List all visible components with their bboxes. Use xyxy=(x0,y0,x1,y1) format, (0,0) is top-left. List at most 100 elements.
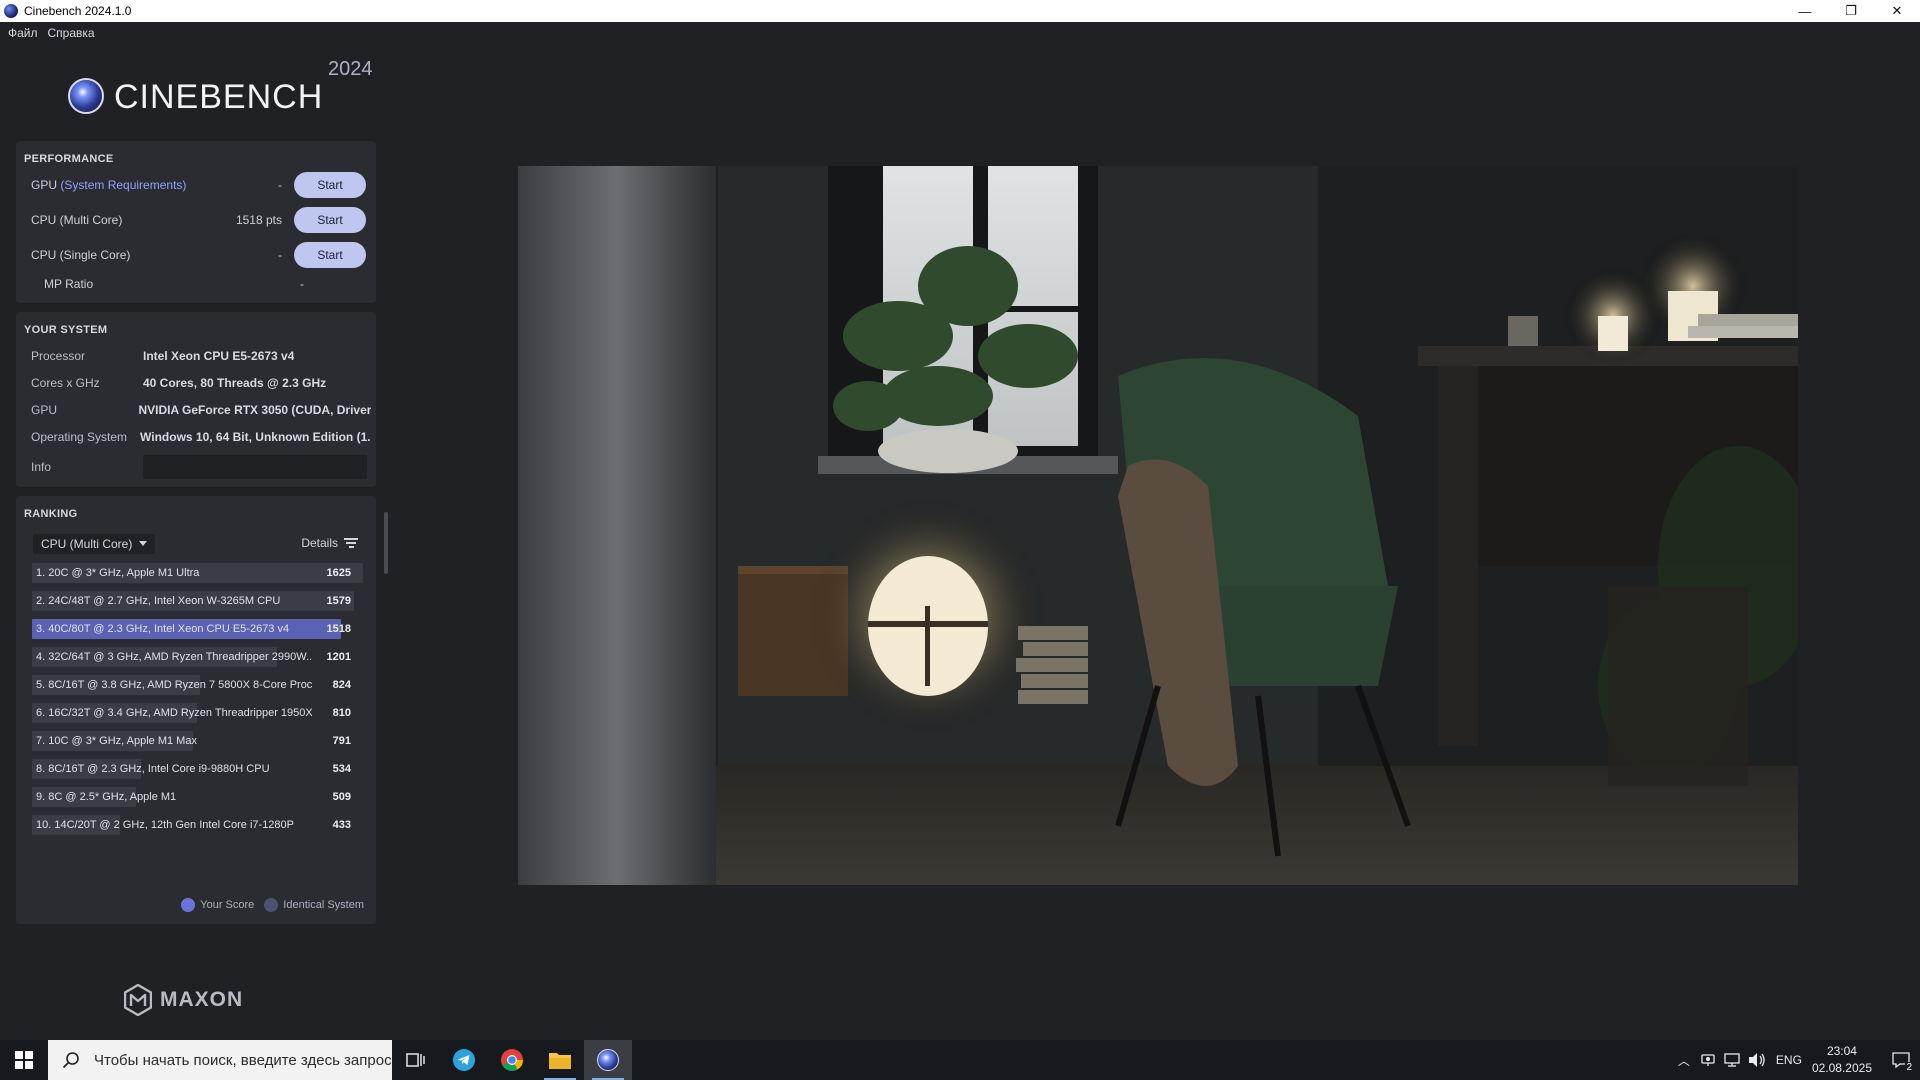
notification-count: 2 xyxy=(1905,1062,1913,1073)
maxon-logo: MAXON xyxy=(124,984,243,1016)
ranking-row[interactable]: 10. 14C/20T @ 2 GHz, 12th Gen Intel Core… xyxy=(32,815,363,835)
cpu-multi-start-button[interactable]: Start xyxy=(294,207,366,233)
cinebench-logo: CINEBENCH 2024 xyxy=(0,44,385,134)
system-row-gpu: GPU NVIDIA GeForce RTX 3050 (CUDA, Drive… xyxy=(31,399,371,421)
filter-icon xyxy=(344,538,358,548)
info-label: Info xyxy=(31,460,52,474)
ranking-row-score: 810 xyxy=(332,707,351,719)
ranking-row[interactable]: 5. 8C/16T @ 3.8 GHz, AMD Ryzen 7 5800X 8… xyxy=(32,675,363,695)
close-button[interactable]: ✕ xyxy=(1874,0,1920,22)
ranking-row[interactable]: 4. 32C/64T @ 3 GHz, AMD Ryzen Threadripp… xyxy=(32,647,363,667)
chrome-icon xyxy=(501,1049,523,1071)
chevron-up-icon[interactable]: ︿ xyxy=(1678,1052,1690,1069)
cpu-single-score: - xyxy=(278,248,282,262)
system-tray: ︿ ENG 23:04 02.08.2025 2 xyxy=(1672,1040,1920,1080)
menu-bar: Файл Справка xyxy=(0,22,1920,44)
cpu-multi-label: CPU (Multi Core) xyxy=(31,213,123,227)
volume-icon[interactable] xyxy=(1748,1052,1766,1068)
mp-ratio-value: - xyxy=(300,277,304,291)
windows-taskbar: Чтобы начать поиск, введите здесь запрос xyxy=(0,1040,1920,1080)
menu-file[interactable]: Файл xyxy=(8,26,38,40)
ranking-row-name: 8. 8C/16T @ 2.3 GHz, Intel Core i9-9880H… xyxy=(36,763,270,775)
file-explorer-taskbar-button[interactable] xyxy=(536,1040,584,1080)
panel-scrollbar[interactable] xyxy=(384,512,388,574)
ranking-row-name: 5. 8C/16T @ 3.8 GHz, AMD Ryzen 7 5800X 8… xyxy=(36,679,312,691)
minimize-button[interactable]: — xyxy=(1782,0,1828,22)
language-indicator[interactable]: ENG xyxy=(1776,1053,1802,1067)
webcam-icon[interactable] xyxy=(1700,1052,1716,1068)
your-score-label: Your Score xyxy=(200,899,255,911)
ranking-panel: RANKING CPU (Multi Core) Details 1. 20C … xyxy=(16,496,376,924)
ranking-row[interactable]: 1. 20C @ 3* GHz, Apple M1 Ultra 1625 xyxy=(32,563,363,583)
notification-center-button[interactable]: 2 xyxy=(1882,1040,1920,1080)
ranking-row[interactable]: 6. 16C/32T @ 3.4 GHz, AMD Ryzen Threadri… xyxy=(32,703,363,723)
ranking-row-name: 2. 24C/48T @ 2.7 GHz, Intel Xeon W-3265M… xyxy=(36,595,281,607)
details-button[interactable]: Details xyxy=(301,536,358,550)
chrome-taskbar-button[interactable] xyxy=(488,1040,536,1080)
system-key: Cores x GHz xyxy=(31,376,100,390)
ranking-row-score: 509 xyxy=(332,791,351,803)
info-field[interactable] xyxy=(143,455,367,479)
ranking-row[interactable]: 7. 10C @ 3* GHz, Apple M1 Max 791 xyxy=(32,731,363,751)
menu-help[interactable]: Справка xyxy=(48,26,95,40)
clock-time: 23:04 xyxy=(1826,1044,1857,1058)
identical-system-swatch xyxy=(264,898,279,912)
cinebench-taskbar-button[interactable] xyxy=(584,1040,632,1080)
taskbar-search-box[interactable]: Чтобы начать поиск, введите здесь запрос xyxy=(48,1040,392,1080)
system-value: NVIDIA GeForce RTX 3050 (CUDA, Driver... xyxy=(138,403,371,417)
system-title: YOUR SYSTEM xyxy=(24,324,108,336)
render-preview xyxy=(518,166,1798,885)
ranking-row-score: 1625 xyxy=(326,567,351,579)
title-bar: Cinebench 2024.1.0 — ❐ ✕ xyxy=(0,0,1920,22)
ranking-row-name: 9. 8C @ 2.5* GHz, Apple M1 xyxy=(36,791,177,803)
gpu-label: GPU xyxy=(31,178,58,192)
system-value: Windows 10, 64 Bit, Unknown Edition (1..… xyxy=(140,430,371,444)
ranking-row-score: 534 xyxy=(332,763,351,775)
ranking-row-name: 10. 14C/20T @ 2 GHz, 12th Gen Intel Core… xyxy=(36,819,294,831)
windows-start-button[interactable] xyxy=(0,1040,48,1080)
ranking-type-dropdown[interactable]: CPU (Multi Core) xyxy=(33,534,155,554)
system-row-processor: Processor Intel Xeon CPU E5-2673 v4 xyxy=(31,345,371,367)
clock-date: 02.08.2025 xyxy=(1811,1061,1872,1075)
ranking-type-value: CPU (Multi Core) xyxy=(41,537,133,551)
cpu-single-row: CPU (Single Core) - Start xyxy=(31,241,366,269)
details-label: Details xyxy=(301,536,338,550)
system-row-cores: Cores x GHz 40 Cores, 80 Threads @ 2.3 G… xyxy=(31,372,371,394)
logo-wordmark: CINEBENCH xyxy=(114,78,324,116)
ranking-row-name: 7. 10C @ 3* GHz, Apple M1 Max xyxy=(36,735,197,747)
search-icon xyxy=(62,1052,79,1069)
cinebench-icon xyxy=(597,1049,619,1071)
gpu-score: - xyxy=(278,178,282,192)
ranking-row-your-score[interactable]: 3. 40C/80T @ 2.3 GHz, Intel Xeon CPU E5-… xyxy=(32,619,363,639)
cpu-multi-score: 1518 pts xyxy=(235,213,282,227)
system-key: Operating System xyxy=(31,430,128,444)
system-row-info: Info xyxy=(31,452,371,482)
taskbar-clock[interactable]: 23:04 02.08.2025 xyxy=(1812,1043,1872,1077)
system-value: Intel Xeon CPU E5-2673 v4 xyxy=(143,349,295,363)
cpu-single-start-button[interactable]: Start xyxy=(294,242,366,268)
your-score-swatch xyxy=(181,898,196,912)
system-requirements-link[interactable]: (System Requirements) xyxy=(60,178,186,192)
system-panel: YOUR SYSTEM Processor Intel Xeon CPU E5-… xyxy=(16,312,376,487)
gpu-start-button[interactable]: Start xyxy=(294,172,366,198)
windows-logo-icon xyxy=(15,1051,33,1069)
cinebench-app-icon xyxy=(4,4,18,18)
network-icon[interactable] xyxy=(1724,1052,1740,1068)
task-view-button[interactable] xyxy=(392,1040,440,1080)
ranking-row[interactable]: 2. 24C/48T @ 2.7 GHz, Intel Xeon W-3265M… xyxy=(32,591,363,611)
ranking-row[interactable]: 8. 8C/16T @ 2.3 GHz, Intel Core i9-9880H… xyxy=(32,759,363,779)
render-image xyxy=(518,166,1798,885)
cpu-multi-row: CPU (Multi Core) 1518 pts Start xyxy=(31,206,366,234)
identical-system-label: Identical System xyxy=(283,899,364,911)
gpu-row: GPU (System Requirements) - Start xyxy=(31,171,366,199)
logo-year: 2024 xyxy=(328,58,373,80)
telegram-taskbar-button[interactable] xyxy=(440,1040,488,1080)
maxon-wordmark: MAXON xyxy=(160,988,244,1011)
system-row-os: Operating System Windows 10, 64 Bit, Unk… xyxy=(31,426,371,448)
ranking-row-name: 4. 32C/64T @ 3 GHz, AMD Ryzen Threadripp… xyxy=(36,651,312,663)
ranking-row[interactable]: 9. 8C @ 2.5* GHz, Apple M1 509 xyxy=(32,787,363,807)
system-key: GPU xyxy=(31,403,58,417)
ranking-row-score: 1201 xyxy=(326,651,351,663)
restore-button[interactable]: ❐ xyxy=(1828,0,1874,22)
chevron-down-icon xyxy=(139,541,147,546)
